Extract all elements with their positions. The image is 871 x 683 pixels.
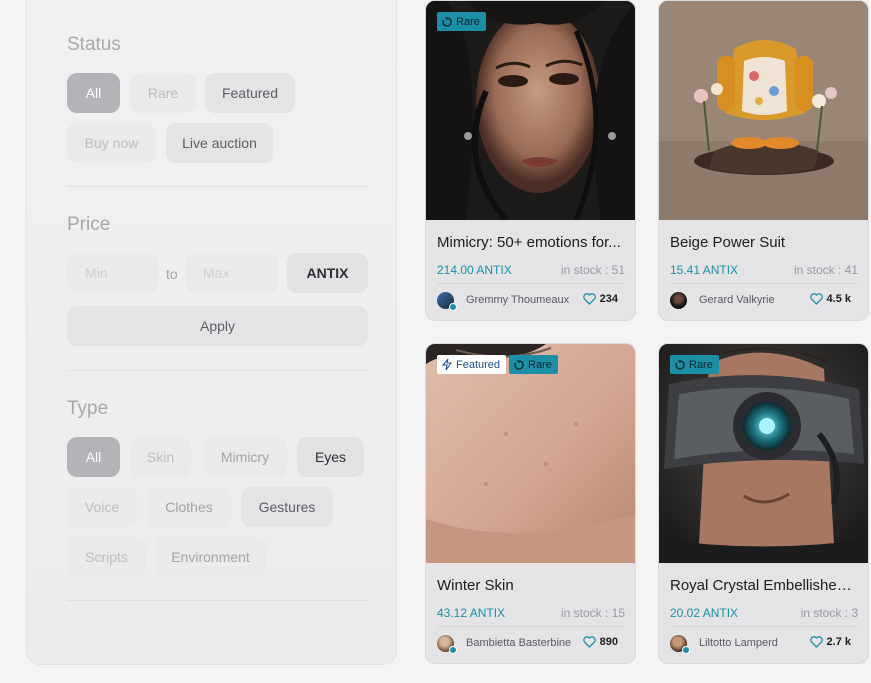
- type-chip-gestures[interactable]: Gestures: [241, 487, 333, 527]
- like-button[interactable]: 2.7 k: [809, 636, 851, 648]
- author-name[interactable]: Gremmy Thoumeaux: [466, 294, 569, 306]
- status-chip-live-auction[interactable]: Live auction: [166, 123, 273, 163]
- product-card[interactable]: Beige Power Suit 15.41 ANTIX in stock : …: [658, 0, 869, 321]
- heart-icon: [582, 636, 596, 648]
- like-count: 890: [599, 636, 618, 648]
- product-title[interactable]: Winter Skin: [437, 577, 625, 594]
- product-stock: in stock : 41: [793, 263, 858, 277]
- product-card[interactable]: Rare Mimicry: 50+ emotions for... 214.00…: [425, 0, 636, 321]
- product-image[interactable]: [659, 1, 868, 220]
- product-stock: in stock : 3: [800, 606, 858, 620]
- type-chip-environment[interactable]: Environment: [155, 537, 266, 577]
- product-stock: in stock : 15: [560, 606, 625, 620]
- price-section-title: Price: [67, 214, 111, 235]
- status-chip-all[interactable]: All: [67, 73, 120, 113]
- rare-icon: [442, 16, 452, 27]
- featured-badge: Featured: [437, 355, 507, 374]
- section-divider: [67, 600, 368, 601]
- type-chip-clothes[interactable]: Clothes: [147, 487, 231, 527]
- badge-label: Featured: [456, 358, 501, 371]
- author-name[interactable]: Liltotto Lamperd: [699, 637, 778, 649]
- product-stock: in stock : 51: [560, 263, 625, 277]
- rare-icon: [675, 359, 685, 370]
- status-chip-buy-now[interactable]: Buy now: [67, 123, 156, 163]
- type-chip-scripts[interactable]: Scripts: [67, 537, 146, 577]
- type-chip-skin[interactable]: Skin: [130, 437, 191, 477]
- verified-icon: [449, 303, 457, 311]
- rare-icon: [514, 359, 524, 370]
- type-chip-eyes[interactable]: Eyes: [297, 437, 364, 477]
- product-image[interactable]: [426, 344, 635, 563]
- heart-icon: [809, 293, 823, 305]
- filter-panel: Status All Rare Featured Buy now Live au…: [26, 0, 397, 665]
- product-card[interactable]: Rare Royal Crystal Embellished B... 20.0…: [658, 343, 869, 664]
- currency-selector[interactable]: ANTIX: [287, 253, 368, 293]
- heart-icon: [809, 636, 823, 648]
- product-image[interactable]: [426, 1, 635, 220]
- rare-badge: Rare: [437, 12, 486, 31]
- product-title[interactable]: Mimicry: 50+ emotions for...: [437, 234, 625, 251]
- verified-icon: [682, 646, 690, 654]
- product-card[interactable]: Featured Rare Winter Skin 43.12 ANTIX in…: [425, 343, 636, 664]
- card-divider: [670, 283, 857, 284]
- like-count: 234: [599, 293, 618, 305]
- price-to-label: to: [166, 266, 178, 282]
- type-section-title: Type: [67, 398, 109, 419]
- like-button[interactable]: 890: [582, 636, 618, 648]
- like-count: 2.7 k: [826, 636, 851, 648]
- like-button[interactable]: 234: [582, 293, 618, 305]
- like-count: 4.5 k: [826, 293, 851, 305]
- price-max-input[interactable]: [185, 253, 278, 293]
- card-divider: [437, 283, 624, 284]
- price-min-input[interactable]: [67, 253, 159, 293]
- badge-label: Rare: [528, 358, 552, 371]
- rare-badge: Rare: [670, 355, 719, 374]
- rare-badge: Rare: [509, 355, 558, 374]
- product-price: 15.41 ANTIX: [670, 263, 739, 277]
- status-section-title: Status: [67, 34, 121, 55]
- featured-bolt-icon: [442, 359, 452, 370]
- type-chip-mimicry[interactable]: Mimicry: [203, 437, 287, 477]
- card-divider: [670, 626, 857, 627]
- type-chip-all[interactable]: All: [67, 437, 120, 477]
- product-price: 20.02 ANTIX: [670, 606, 739, 620]
- heart-icon: [582, 293, 596, 305]
- verified-icon: [449, 646, 457, 654]
- type-chip-voice[interactable]: Voice: [67, 487, 137, 527]
- product-price: 43.12 ANTIX: [437, 606, 506, 620]
- product-title[interactable]: Royal Crystal Embellished B...: [670, 577, 858, 594]
- like-button[interactable]: 4.5 k: [809, 293, 851, 305]
- badge-label: Rare: [456, 15, 480, 28]
- product-image[interactable]: [659, 344, 868, 563]
- product-title[interactable]: Beige Power Suit: [670, 234, 858, 251]
- author-name[interactable]: Bambietta Basterbine: [466, 637, 571, 649]
- avatar[interactable]: [670, 292, 687, 309]
- apply-button[interactable]: Apply: [67, 306, 368, 346]
- author-name[interactable]: Gerard Valkyrie: [699, 294, 775, 306]
- status-chip-rare[interactable]: Rare: [130, 73, 196, 113]
- section-divider: [67, 186, 368, 187]
- section-divider: [67, 370, 368, 371]
- badge-label: Rare: [689, 358, 713, 371]
- status-chip-featured[interactable]: Featured: [205, 73, 295, 113]
- card-divider: [437, 626, 624, 627]
- product-price: 214.00 ANTIX: [437, 263, 512, 277]
